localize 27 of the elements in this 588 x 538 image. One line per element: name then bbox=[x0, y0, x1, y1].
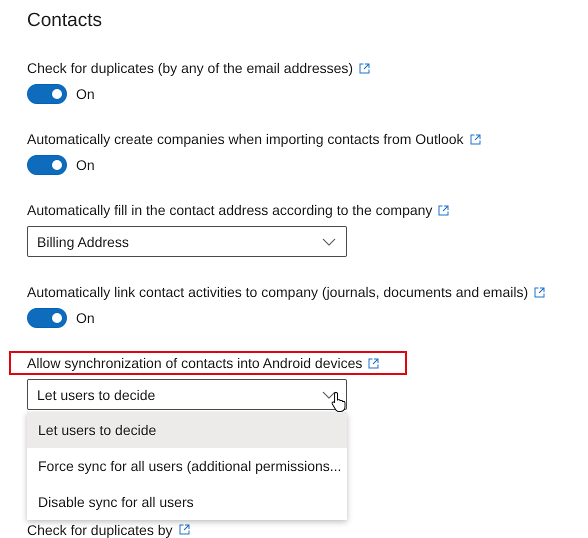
setting-label: Automatically link contact activities to company (journals, documents and emails) bbox=[27, 284, 528, 300]
external-link-icon[interactable] bbox=[534, 286, 546, 298]
setting-label: Automatically fill in the contact address according to the company bbox=[27, 202, 432, 218]
chevron-down-icon bbox=[322, 390, 336, 398]
section-title: Contacts bbox=[27, 9, 103, 33]
hand-cursor-icon bbox=[331, 391, 347, 413]
setting-label: Allow synchronization of contacts into Android devices bbox=[27, 355, 362, 371]
menu-option[interactable]: Force sync for all users (additional permissions... bbox=[27, 448, 347, 484]
setting-label: Check for duplicates by bbox=[27, 522, 173, 538]
toggle-switch[interactable] bbox=[27, 84, 67, 104]
toggle-switch[interactable] bbox=[27, 308, 67, 328]
toggle-state-text: On bbox=[76, 310, 95, 326]
dropdown-field[interactable]: Let users to decide bbox=[27, 379, 347, 410]
toggle-state-text: On bbox=[76, 157, 95, 173]
menu-option[interactable]: Let users to decide bbox=[27, 412, 347, 448]
setting-label: Check for duplicates (by any of the email addresses) bbox=[27, 60, 354, 76]
external-link-icon[interactable] bbox=[359, 62, 370, 74]
external-link-icon[interactable] bbox=[470, 134, 481, 144]
menu-option[interactable]: Disable sync for all users bbox=[27, 484, 347, 520]
external-link-icon[interactable] bbox=[178, 524, 190, 535]
chevron-down-icon bbox=[322, 238, 336, 246]
external-link-icon[interactable] bbox=[368, 358, 380, 368]
toggle-state-text: On bbox=[76, 86, 95, 102]
setting-label: Automatically create companies when importing contacts from Outlook bbox=[27, 131, 464, 147]
dropdown-field[interactable]: Billing Address bbox=[27, 226, 347, 257]
external-link-icon[interactable] bbox=[438, 204, 450, 216]
toggle-switch[interactable] bbox=[27, 155, 67, 175]
